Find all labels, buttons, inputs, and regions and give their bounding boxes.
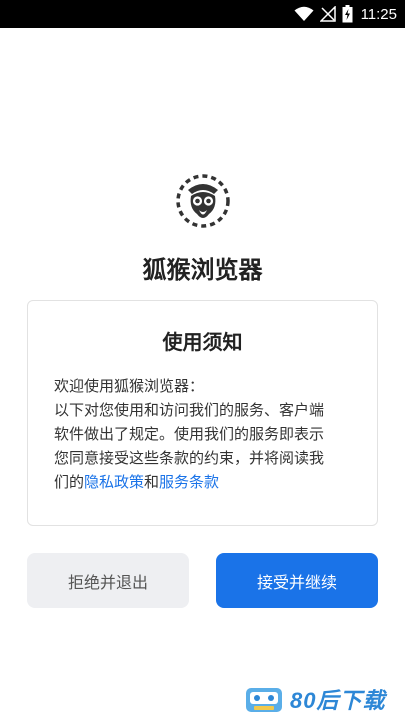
no-signal-icon: [319, 6, 336, 22]
notice-last-line: 们的隐私政策和服务条款: [54, 470, 354, 494]
accept-button[interactable]: 接受并继续: [216, 553, 378, 608]
notice-text: 欢迎使用狐猴浏览器： 以下对您使用和访问我们的服务、客户端 软件做出了规定。使用…: [54, 374, 354, 494]
battery-charging-icon: [342, 5, 353, 23]
notice-line: 欢迎使用狐猴浏览器：: [54, 377, 205, 395]
decline-button[interactable]: 拒绝并退出: [27, 553, 189, 608]
terms-of-service-link[interactable]: 服务条款: [159, 473, 219, 491]
notice-line: 软件做出了规定。使用我们的服务即表示: [54, 425, 325, 443]
notice-and-text: 和: [144, 473, 160, 491]
watermark: 80后下载: [244, 684, 385, 714]
lemur-icon: [176, 174, 230, 228]
notice-line: 以下对您使用和访问我们的服务、客户端: [54, 401, 325, 419]
notice-title: 使用须知: [162, 330, 243, 354]
notice-line-prefix: 们的: [54, 473, 85, 491]
app-title: 狐猴浏览器: [142, 256, 263, 284]
wifi-icon: [294, 6, 314, 21]
cassette-mascot-icon: [246, 688, 282, 712]
watermark-text: 80后下载: [290, 688, 386, 713]
status-icons: 11:25: [294, 4, 397, 24]
status-bar: 11:25: [0, 0, 405, 28]
privacy-policy-link[interactable]: 隐私政策: [84, 473, 144, 491]
status-time: 11:25: [360, 5, 397, 23]
notice-line: 您同意接受这些条款的约束，并将阅读我: [54, 449, 325, 467]
